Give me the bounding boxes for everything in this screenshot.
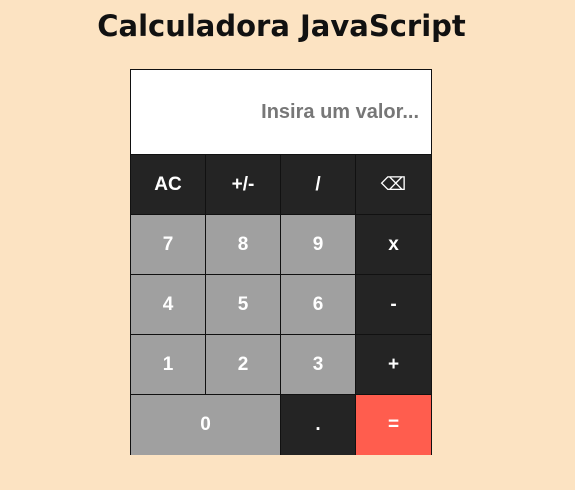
digit-5-button[interactable]: 5	[206, 275, 280, 334]
digit-2-button[interactable]: 2	[206, 335, 280, 394]
decimal-button[interactable]: .	[281, 395, 355, 455]
keypad: AC +/- / ⌫ 7 8 9 x 4 5 6 - 1 2 3 + 0 . =	[131, 155, 431, 455]
digit-4-button[interactable]: 4	[131, 275, 205, 334]
equals-button[interactable]: =	[356, 395, 431, 455]
backspace-icon: ⌫	[380, 174, 407, 195]
toggle-sign-button[interactable]: +/-	[206, 155, 280, 214]
multiply-button[interactable]: x	[356, 215, 431, 274]
subtract-button[interactable]: -	[356, 275, 431, 334]
page-title: Calculadora JavaScript	[97, 9, 466, 43]
digit-0-button[interactable]: 0	[131, 395, 280, 455]
divide-button[interactable]: /	[281, 155, 355, 214]
add-button[interactable]: +	[356, 335, 431, 394]
backspace-button[interactable]: ⌫	[356, 155, 431, 214]
digit-1-button[interactable]: 1	[131, 335, 205, 394]
digit-7-button[interactable]: 7	[131, 215, 205, 274]
clear-button[interactable]: AC	[131, 155, 205, 214]
digit-3-button[interactable]: 3	[281, 335, 355, 394]
digit-9-button[interactable]: 9	[281, 215, 355, 274]
display-input[interactable]	[131, 70, 431, 154]
digit-8-button[interactable]: 8	[206, 215, 280, 274]
digit-6-button[interactable]: 6	[281, 275, 355, 334]
calculator: AC +/- / ⌫ 7 8 9 x 4 5 6 - 1 2 3 + 0 . =	[130, 69, 432, 455]
